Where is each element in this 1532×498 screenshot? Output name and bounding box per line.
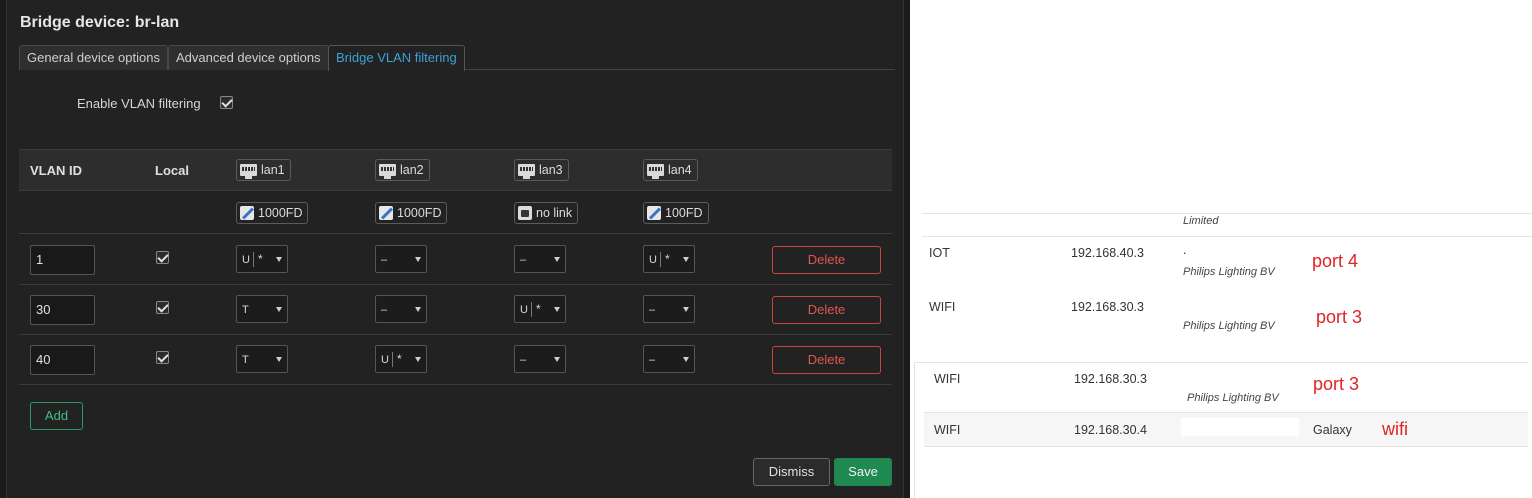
client-name: IOT [929, 246, 950, 260]
vlan-row: 1 U * – – U * Delete [19, 235, 892, 285]
vlan-row: 40 T U * – – Delete [19, 335, 892, 385]
client-ip: 192.168.30.3 [1074, 372, 1147, 386]
dropdown-arrow-icon [415, 357, 421, 362]
dropdown-arrow-icon [554, 357, 560, 362]
annotation: wifi [1382, 419, 1408, 439]
ethernet-port-icon [240, 164, 257, 179]
port-select-lan1[interactable]: U * [236, 245, 288, 273]
port-header-lan2: lan2 [375, 159, 430, 181]
client-vendor: Philips Lighting BV [1183, 266, 1275, 278]
dropdown-arrow-icon [276, 357, 282, 362]
delete-button[interactable]: Delete [772, 346, 881, 374]
dialog-title: Bridge device: br-lan [20, 14, 180, 31]
local-header: Local [155, 163, 189, 178]
port-header-lan3: lan3 [514, 159, 569, 181]
vendor-dot: . [1183, 243, 1187, 257]
port-header-lan4: lan4 [643, 159, 698, 181]
vlan-filtering-checkbox[interactable] [220, 96, 233, 109]
port-header-lan1: lan1 [236, 159, 291, 181]
client-ip: 192.168.30.3 [1071, 300, 1144, 314]
port-select-lan3[interactable]: – [514, 345, 566, 373]
client-name: WIFI [934, 423, 961, 437]
client-vendor: Philips Lighting BV [1183, 320, 1275, 332]
dropdown-arrow-icon [415, 257, 421, 262]
client-device: Galaxy [1313, 423, 1352, 437]
vlan-row: 30 T – U * – Delete [19, 285, 892, 335]
dropdown-arrow-icon [415, 307, 421, 312]
port-select-lan4[interactable]: U * [643, 245, 695, 273]
dropdown-arrow-icon [683, 357, 689, 362]
port-select-lan4[interactable]: – [643, 345, 695, 373]
port-select-lan2[interactable]: – [375, 245, 427, 273]
dropdown-arrow-icon [554, 257, 560, 262]
client-list: Limited IOT 192.168.40.3 . Philips Light… [910, 0, 1532, 498]
link-up-icon [379, 206, 393, 220]
client-ip: 192.168.40.3 [1071, 246, 1144, 260]
ethernet-port-icon [647, 164, 664, 179]
port-status-lan1: 1000FD [236, 202, 309, 224]
no-link-icon [518, 206, 532, 220]
divider [914, 362, 1528, 363]
dropdown-arrow-icon [554, 307, 560, 312]
vlan-id-input[interactable]: 40 [30, 345, 95, 375]
divider [922, 213, 1532, 214]
dropdown-arrow-icon [276, 257, 282, 262]
vlan-id-header: VLAN ID [30, 163, 82, 178]
local-checkbox[interactable] [156, 251, 169, 264]
tab-general-device-options[interactable]: General device options [19, 45, 168, 70]
port-select-lan2[interactable]: U * [375, 345, 427, 373]
save-button[interactable]: Save [834, 458, 892, 486]
port-select-lan1[interactable]: T [236, 345, 288, 373]
annotation: port 4 [1312, 251, 1359, 271]
tab-bridge-vlan-filtering[interactable]: Bridge VLAN filtering [328, 45, 465, 71]
port-status-lan2: 1000FD [375, 202, 448, 224]
tab-bar: General device options Advanced device o… [19, 45, 895, 71]
port-select-lan3[interactable]: U * [514, 295, 566, 323]
vlan-id-input[interactable]: 1 [30, 245, 95, 275]
bridge-device-dialog: Bridge device: br-lan General device opt… [6, 0, 904, 498]
port-status-lan3: no link [514, 202, 579, 224]
client-name: WIFI [934, 372, 961, 386]
tab-advanced-device-options[interactable]: Advanced device options [168, 45, 329, 70]
link-up-icon [240, 206, 254, 220]
delete-button[interactable]: Delete [772, 296, 881, 324]
port-select-lan3[interactable]: – [514, 245, 566, 273]
local-checkbox[interactable] [156, 351, 169, 364]
divider [922, 236, 1532, 237]
vlan-table-header: VLAN ID Local lan1 lan2 lan3 lan4 [19, 149, 892, 191]
add-vlan-button[interactable]: Add [30, 402, 83, 430]
port-select-lan4[interactable]: – [643, 295, 695, 323]
divider [924, 446, 1528, 447]
dropdown-arrow-icon [683, 257, 689, 262]
vlan-filtering-label: Enable VLAN filtering [77, 96, 201, 111]
ethernet-port-icon [518, 164, 535, 179]
dismiss-button[interactable]: Dismiss [753, 458, 830, 486]
delete-button[interactable]: Delete [772, 246, 881, 274]
port-select-lan1[interactable]: T [236, 295, 288, 323]
annotation: port 3 [1313, 374, 1360, 394]
local-checkbox[interactable] [156, 301, 169, 314]
vlan-id-input[interactable]: 30 [30, 295, 95, 325]
port-status-lan4: 100FD [643, 202, 709, 224]
port-select-lan2[interactable]: – [375, 295, 427, 323]
vendor-note: Limited [1183, 215, 1219, 227]
port-status-row: 1000FD 1000FD no link 100FD [19, 192, 892, 234]
client-ip: 192.168.30.4 [1074, 423, 1147, 437]
client-name: WIFI [929, 300, 956, 314]
divider [914, 362, 915, 498]
dropdown-arrow-icon [683, 307, 689, 312]
annotation: port 3 [1316, 307, 1363, 327]
dropdown-arrow-icon [276, 307, 282, 312]
client-vendor: Philips Lighting BV [1187, 392, 1279, 404]
link-up-icon [647, 206, 661, 220]
blank-field [1181, 418, 1299, 436]
ethernet-port-icon [379, 164, 396, 179]
